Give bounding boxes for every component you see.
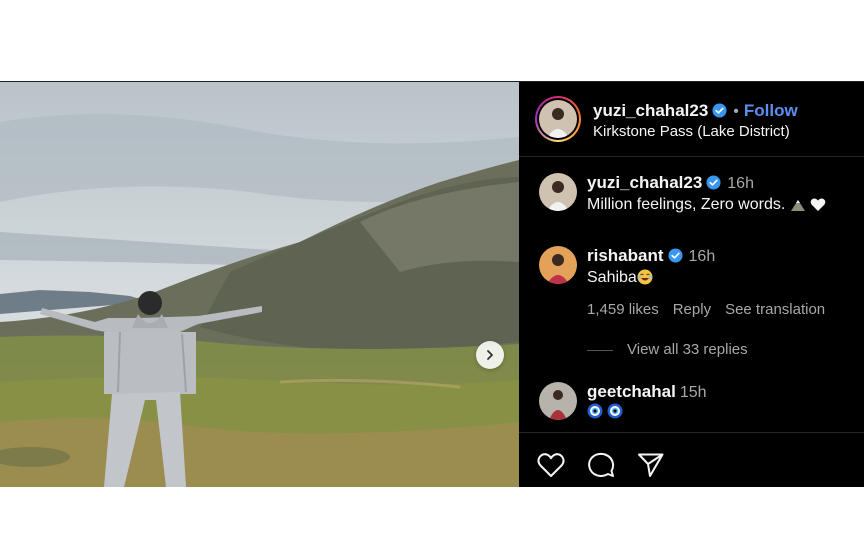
avatar-image (539, 100, 577, 138)
comment-time[interactable]: 16h (689, 248, 716, 265)
verified-badge-icon (712, 103, 727, 118)
post-photo[interactable] (0, 82, 519, 487)
comment-likes[interactable]: 1,459 likes (587, 301, 659, 318)
mountain-emoji (790, 200, 805, 211)
white-heart-emoji (810, 198, 826, 211)
comment-text: Sahiba (587, 269, 637, 286)
comment-username[interactable]: yuzi_chahal23 (587, 173, 702, 192)
author-avatar[interactable] (535, 96, 581, 142)
author-username[interactable]: yuzi_chahal23 (593, 101, 708, 120)
verified-badge-icon (668, 248, 683, 263)
instagram-post: yuzi_chahal23 • Follow Kirkstone Pass (Lak… (0, 81, 864, 487)
view-replies-label: View all 33 replies (627, 341, 748, 358)
post-actions (537, 452, 665, 478)
share-icon[interactable] (637, 452, 665, 478)
avatar[interactable] (539, 382, 577, 420)
reply-button[interactable]: Reply (673, 301, 711, 318)
avatar[interactable] (539, 246, 577, 284)
chevron-right-icon (487, 350, 493, 360)
evil-eye-emoji (587, 403, 603, 419)
comment-time[interactable]: 16h (727, 175, 754, 192)
comment-icon[interactable] (587, 452, 615, 478)
post-sidebar: yuzi_chahal23 • Follow Kirkstone Pass (Lak… (519, 82, 864, 487)
view-replies-button[interactable]: View all 33 replies (587, 341, 748, 358)
see-translation-button[interactable]: See translation (725, 301, 825, 318)
actions-divider (519, 432, 864, 433)
laughing-emoji (637, 269, 653, 285)
comment-time[interactable]: 15h (680, 384, 707, 401)
landscape-image (0, 82, 519, 487)
follow-button[interactable]: Follow (744, 101, 798, 120)
replies-divider (587, 349, 613, 351)
heart-icon[interactable] (537, 452, 565, 478)
verified-badge-icon (706, 175, 721, 190)
comment-text: Million feelings, Zero words. (587, 196, 786, 213)
evil-eye-emoji (607, 403, 623, 419)
comment-username[interactable]: rishabant (587, 246, 664, 265)
comment-username[interactable]: geetchahal (587, 382, 676, 401)
post-header: yuzi_chahal23 • Follow Kirkstone Pass (Lak… (519, 82, 864, 157)
post-location[interactable]: Kirkstone Pass (Lake District) (593, 123, 790, 140)
avatar[interactable] (539, 173, 577, 211)
separator-dot: • (733, 103, 739, 120)
next-image-button[interactable] (476, 341, 504, 369)
